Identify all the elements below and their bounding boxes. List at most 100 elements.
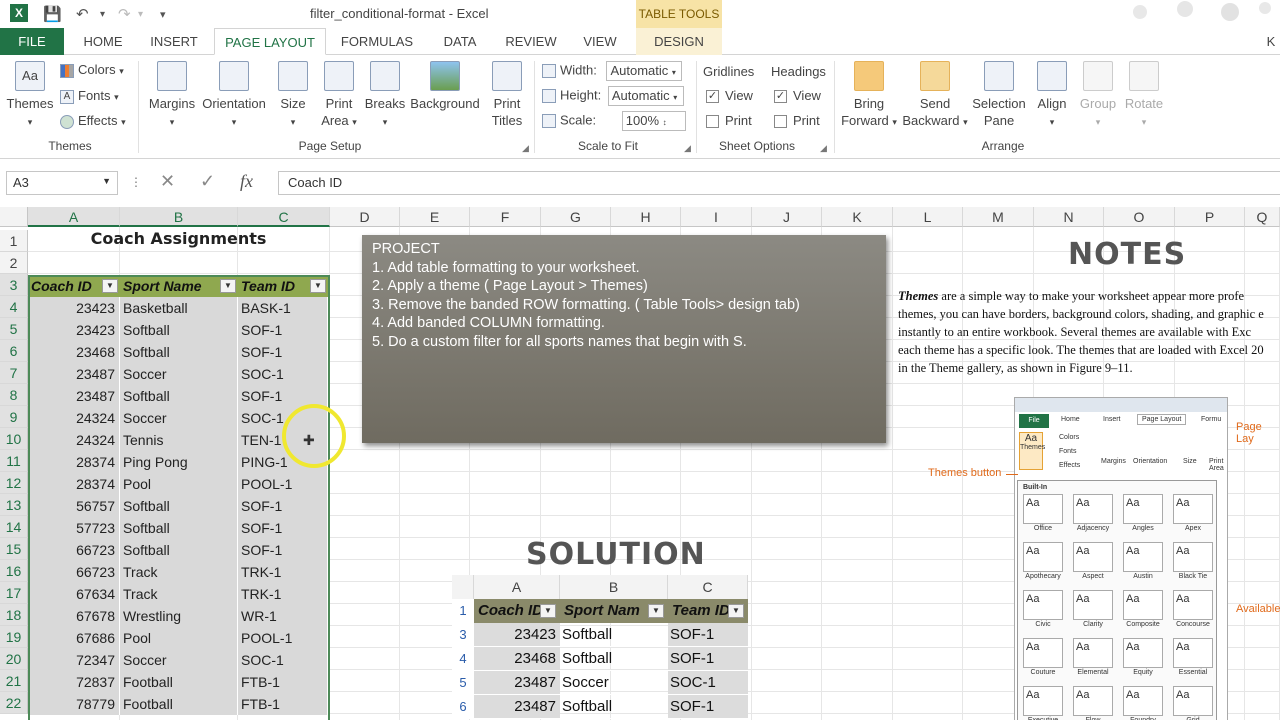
name-box-dropdown-icon[interactable]: ▼ [102, 176, 111, 186]
row-header-16[interactable]: 16 [0, 560, 28, 582]
column-header-c[interactable]: C [238, 207, 330, 227]
rotate-button[interactable]: Rotate ▾ [1122, 61, 1166, 131]
bring-forward-button[interactable]: Bring Forward ▾ [840, 61, 898, 131]
solution-cell[interactable]: SOF-1 [668, 695, 748, 719]
sheet-options-launcher-icon[interactable]: ◢ [820, 143, 827, 154]
row-header-1[interactable]: 1 [0, 230, 28, 252]
column-header-f[interactable]: F [470, 207, 541, 227]
row-header-12[interactable]: 12 [0, 472, 28, 494]
gridlines-view-checkbox[interactable]: ✓ View [706, 87, 753, 105]
row-header-7[interactable]: 7 [0, 362, 28, 384]
tab-data[interactable]: DATA [430, 28, 490, 55]
size-button[interactable]: Size ▾ [276, 61, 310, 131]
column-header-p[interactable]: P [1175, 207, 1245, 227]
column-header-o[interactable]: O [1104, 207, 1175, 227]
sheet-title[interactable]: Coach Assignments [28, 228, 329, 250]
row-header-10[interactable]: 10 [0, 428, 28, 450]
save-icon[interactable]: 💾 [43, 5, 62, 23]
column-header-a[interactable]: A [28, 207, 120, 227]
row-header-5[interactable]: 5 [0, 318, 28, 340]
name-box[interactable]: A3 ▼ [6, 171, 118, 195]
tab-page-layout[interactable]: PAGE LAYOUT [214, 28, 326, 55]
margins-button[interactable]: Margins ▾ [146, 61, 198, 131]
select-all-corner[interactable] [0, 207, 28, 227]
column-header-k[interactable]: K [822, 207, 893, 227]
row-header-18[interactable]: 18 [0, 604, 28, 626]
worksheet-grid[interactable]: ABCDEFGHIJKLMNOPQ 1 2 3 4 5 6 7 8 9 10 11 12 13 14 15 1… [0, 207, 1280, 720]
colors-button[interactable]: Colors ▾ [60, 61, 124, 80]
solution-cell[interactable]: SOC-1 [668, 671, 748, 695]
filter-dropdown-icon[interactable]: ▼ [648, 604, 664, 618]
column-header-g[interactable]: G [541, 207, 611, 227]
scale-launcher-icon[interactable]: ◢ [684, 143, 691, 154]
height-dropdown[interactable]: Automatic ▾ [607, 86, 684, 106]
column-header-q[interactable]: Q [1245, 207, 1280, 227]
row-header-15[interactable]: 15 [0, 538, 28, 560]
row-header-2[interactable]: 2 [0, 252, 28, 274]
solution-cell[interactable]: 23487 [474, 695, 560, 719]
enter-icon[interactable]: ✓ [200, 171, 215, 192]
solution-header-cell[interactable]: Sport Nam ▼ [560, 599, 668, 623]
solution-cell[interactable]: Softball [560, 647, 668, 671]
row-header-22[interactable]: 22 [0, 692, 28, 714]
group-button[interactable]: Group ▾ [1076, 61, 1120, 131]
background-button[interactable]: Background [408, 61, 482, 112]
breaks-button[interactable]: Breaks ▾ [364, 61, 406, 131]
row-header-4[interactable]: 4 [0, 296, 28, 318]
send-backward-button[interactable]: Send Backward ▾ [902, 61, 968, 131]
filter-dropdown-icon[interactable]: ▼ [540, 604, 556, 618]
customize-qat-icon[interactable]: ▾ [160, 8, 166, 21]
row-header-13[interactable]: 13 [0, 494, 28, 516]
solution-cell[interactable]: Softball [560, 695, 668, 719]
row-header-19[interactable]: 19 [0, 626, 28, 648]
column-header-d[interactable]: D [330, 207, 400, 227]
solution-header-cell[interactable]: Team ID ▼ [668, 599, 748, 623]
tab-design[interactable]: DESIGN [636, 28, 722, 55]
tab-home[interactable]: HOME [72, 28, 134, 55]
column-header-l[interactable]: L [893, 207, 963, 227]
row-header-20[interactable]: 20 [0, 648, 28, 670]
insert-function-icon[interactable]: fx [240, 171, 253, 192]
row-header-17[interactable]: 17 [0, 582, 28, 604]
solution-cell[interactable]: 23487 [474, 671, 560, 695]
row-header-9[interactable]: 9 [0, 406, 28, 428]
tab-insert[interactable]: INSERT [142, 28, 206, 55]
cancel-icon[interactable]: ✕ [160, 171, 175, 192]
effects-button[interactable]: Effects ▾ [60, 112, 126, 131]
project-instructions-box[interactable]: PROJECT 1. Add table formatting to your … [362, 235, 886, 443]
fonts-button[interactable]: A Fonts ▾ [60, 87, 119, 106]
row-header-3[interactable]: 3 [0, 274, 28, 296]
tab-view[interactable]: VIEW [572, 28, 628, 55]
tab-file[interactable]: FILE [0, 28, 64, 55]
solution-cell[interactable]: Soccer [560, 671, 668, 695]
row-header-11[interactable]: 11 [0, 450, 28, 472]
row-header-6[interactable]: 6 [0, 340, 28, 362]
tab-formulas[interactable]: FORMULAS [334, 28, 420, 55]
redo-dropdown-icon[interactable]: ▾ [138, 9, 143, 20]
column-header-i[interactable]: I [681, 207, 752, 227]
headings-print-checkbox[interactable]: Print [774, 112, 820, 130]
row-header-14[interactable]: 14 [0, 516, 28, 538]
solution-cell[interactable]: SOF-1 [668, 623, 748, 647]
solution-cell[interactable]: SOF-1 [668, 647, 748, 671]
filter-dropdown-icon[interactable]: ▼ [728, 604, 744, 618]
row-header-8[interactable]: 8 [0, 384, 28, 406]
print-titles-button[interactable]: Print Titles [486, 61, 528, 129]
solution-cell[interactable]: 23423 [474, 623, 560, 647]
headings-view-checkbox[interactable]: ✓ View [774, 87, 821, 105]
solution-header-cell[interactable]: Coach ID ▼ [474, 599, 560, 623]
user-name[interactable]: K [1262, 28, 1280, 55]
orientation-button[interactable]: Orientation ▾ [200, 61, 268, 131]
tab-review[interactable]: REVIEW [498, 28, 564, 55]
scale-spinner[interactable]: 100% ↕ [621, 111, 686, 131]
column-header-h[interactable]: H [611, 207, 681, 227]
align-button[interactable]: Align ▾ [1032, 61, 1072, 131]
column-header-j[interactable]: J [752, 207, 822, 227]
width-dropdown[interactable]: Automatic ▾ [606, 61, 683, 81]
selection-pane-button[interactable]: Selection Pane [970, 61, 1028, 129]
solution-cell[interactable]: Softball [560, 623, 668, 647]
print-area-button[interactable]: Print Area ▾ [318, 61, 360, 131]
column-header-b[interactable]: B [120, 207, 238, 227]
column-header-e[interactable]: E [400, 207, 470, 227]
solution-cell[interactable]: 23468 [474, 647, 560, 671]
